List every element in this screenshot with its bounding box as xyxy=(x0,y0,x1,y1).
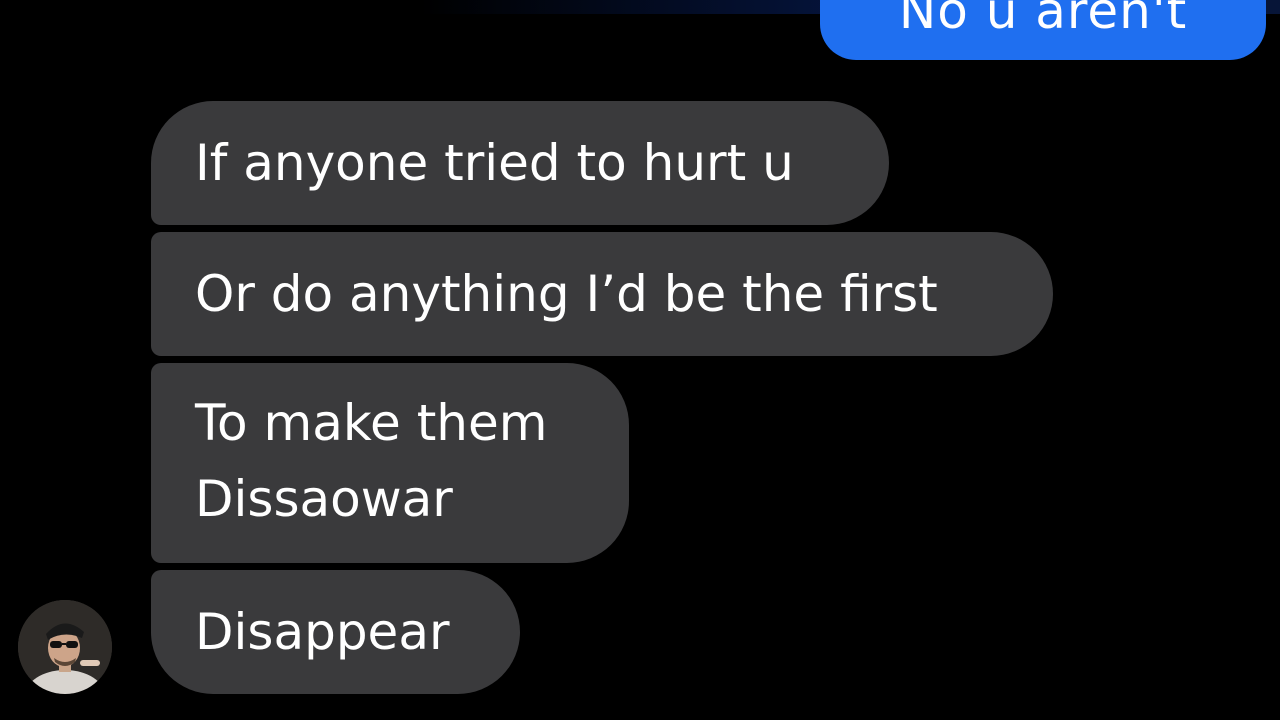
received-message-bubble[interactable]: If anyone tried to hurt u xyxy=(151,101,889,225)
received-message-bubble[interactable]: To make them Dissaowar xyxy=(151,363,629,563)
sender-avatar-icon[interactable] xyxy=(18,600,112,694)
message-text: If anyone tried to hurt u xyxy=(195,134,794,192)
avatar-photo-icon xyxy=(18,600,112,694)
message-text: Disappear xyxy=(195,603,450,661)
message-text-line-2: Dissaowar xyxy=(195,470,453,528)
message-text-line-1: To make them xyxy=(195,394,548,452)
received-message-bubble[interactable]: Or do anything I’d be the first xyxy=(151,232,1053,356)
sent-message-text: No u aren't xyxy=(898,0,1188,40)
message-text: Or do anything I’d be the first xyxy=(195,265,938,323)
received-message-bubble[interactable]: Disappear xyxy=(151,570,520,694)
sent-message-bubble[interactable]: No u aren't xyxy=(820,0,1266,60)
